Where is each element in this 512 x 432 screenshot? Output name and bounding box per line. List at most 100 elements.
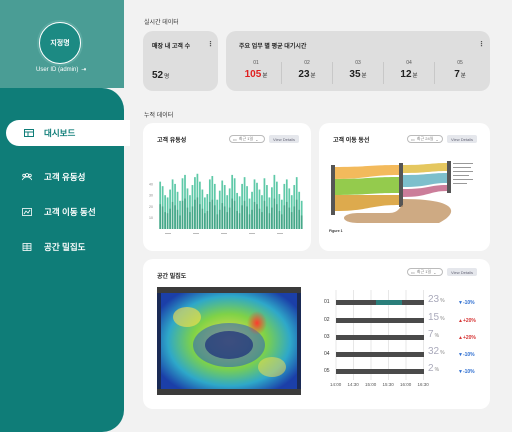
chart-bar [206,210,209,229]
sidebar-item-label: 고객 이동 동선 [44,207,96,217]
more-icon[interactable]: ⋮ [207,40,214,48]
customers-count: 52명 [152,70,169,81]
time-axis-label: 14:30 [347,382,359,387]
chart-bar [176,209,179,229]
cumulative-section-title: 누적 데이터 [144,113,174,119]
wait-time-card-title: 주요 업무 별 평균 대기시간 [239,44,307,50]
density-period-dropdown[interactable]: ▭ 최근 1일 ⌄ [407,268,443,276]
chart-bar [266,206,268,229]
density-rank-row: 01 23% ▼-10% [320,294,500,307]
chart-bar [256,204,258,229]
chart-bar [223,206,226,229]
flow-card: 고객 유동성 ▭ 최근 1일 ⌄ View Details 40 30 20 10 [143,123,311,251]
chart-bar [275,204,278,229]
rank-label: 04 [324,351,330,357]
density-rank-row: 04 32% ▼-10% [320,346,500,359]
chart-bar [253,201,256,229]
logout-icon[interactable]: ⇥ [81,66,86,73]
chart-bar [271,207,273,229]
sidebar-item-route[interactable]: 고객 이동 동선 [0,201,124,223]
rank-label: 01 [324,299,330,305]
y-tick-label: 40 [149,182,153,186]
wait-time-cell: 02 23분 [283,60,331,86]
rank-value: 23% [428,294,445,305]
chart-bar [164,212,167,229]
route-card: 고객 이동 동선 ▭ 최근 24일 ⌄ View Details Figure 1 [319,123,490,251]
route-view-details-button[interactable]: View Details [447,135,477,143]
chevron-down-icon: ⌄ [255,136,259,142]
wait-time-cell: 01 105분 [232,60,280,86]
user-id: User ID (admin) ⇥ [36,66,86,74]
chart-bar [186,207,189,229]
density-card-title: 공간 밀집도 [157,274,187,280]
sidebar-item-flow[interactable]: 고객 유동성 [0,166,124,188]
chart-bar [283,205,286,229]
realtime-section-title: 실시간 데이터 [144,20,179,26]
rank-value: 15% [428,312,445,323]
divider [383,62,384,84]
time-axis-label: 16:30 [417,382,429,387]
sidebar-item-density[interactable]: 공간 밀집도 [0,236,124,258]
dashboard-icon [24,129,34,137]
density-rank-row: 05 2% ▼-10% [320,363,500,376]
customers-count-unit: 명 [164,74,170,80]
chart-bar [273,198,276,229]
chart-bar [201,208,204,229]
chart-bar [233,200,236,229]
chart-bar [211,199,214,229]
wait-time-label: 05 [457,60,463,66]
chart-bar [278,210,281,229]
rank-label: 02 [324,317,330,323]
wait-time-label: 04 [406,60,412,66]
wait-time-label: 02 [304,60,310,66]
rank-change: ▼-10% [458,352,475,358]
time-axis-label: 15:30 [382,382,394,387]
more-icon[interactable]: ⋮ [478,40,485,48]
wait-time-value: 35분 [349,69,367,80]
chart-bar [236,210,239,229]
divider [434,62,435,84]
rank-label: 03 [324,334,330,340]
wait-time-value: 23분 [298,69,316,80]
user-id-label: User ID (admin) [36,66,79,73]
flow-view-details-button[interactable]: View Details [269,135,299,143]
y-tick-label: 30 [149,194,153,198]
sidebar-item-label: 공간 밀집도 [44,242,86,252]
time-axis-label: 16:00 [400,382,412,387]
chart-bar [298,209,301,229]
rank-change: ▼-10% [458,369,475,375]
sankey-diagram [331,161,473,223]
chart-bar [238,213,241,229]
people-icon [22,173,32,181]
chart-bar [203,213,206,229]
time-axis-label: 14:00 [330,382,342,387]
wait-time-cell: 05 7분 [436,60,484,86]
density-rank-row: 02 15% ▲+20% [320,312,500,325]
sidebar-item-dashboard[interactable]: 대시보드 [6,120,130,146]
y-tick-label: 10 [149,216,153,220]
rank-change: ▲+20% [458,318,476,324]
chart-bar [218,209,221,229]
chart-bar [161,206,164,229]
calendar-icon: ▭ [411,269,415,275]
route-icon [22,208,32,216]
chart-bar [243,200,246,229]
chart-bar [246,206,248,229]
wait-time-label: 03 [355,60,361,66]
chart-bar [295,199,298,229]
chart-bar [251,209,253,229]
density-view-details-button[interactable]: View Details [447,268,477,276]
route-period-value: 최근 24일 [416,136,434,141]
chart-bar [300,215,303,229]
flow-period-dropdown[interactable]: ▭ 최근 1일 ⌄ [229,135,265,143]
route-card-title: 고객 이동 동선 [333,138,370,144]
chart-bar [288,207,291,229]
flow-card-title: 고객 유동성 [157,138,187,144]
route-figure-caption: Figure 1 [329,229,343,233]
avatar[interactable]: 지정명 [39,22,81,64]
route-period-dropdown[interactable]: ▭ 최근 24일 ⌄ [407,135,443,143]
divider [281,62,282,84]
chart-bar [169,208,171,229]
y-tick-label: 20 [149,205,153,209]
chevron-down-icon: ⌄ [433,269,437,275]
